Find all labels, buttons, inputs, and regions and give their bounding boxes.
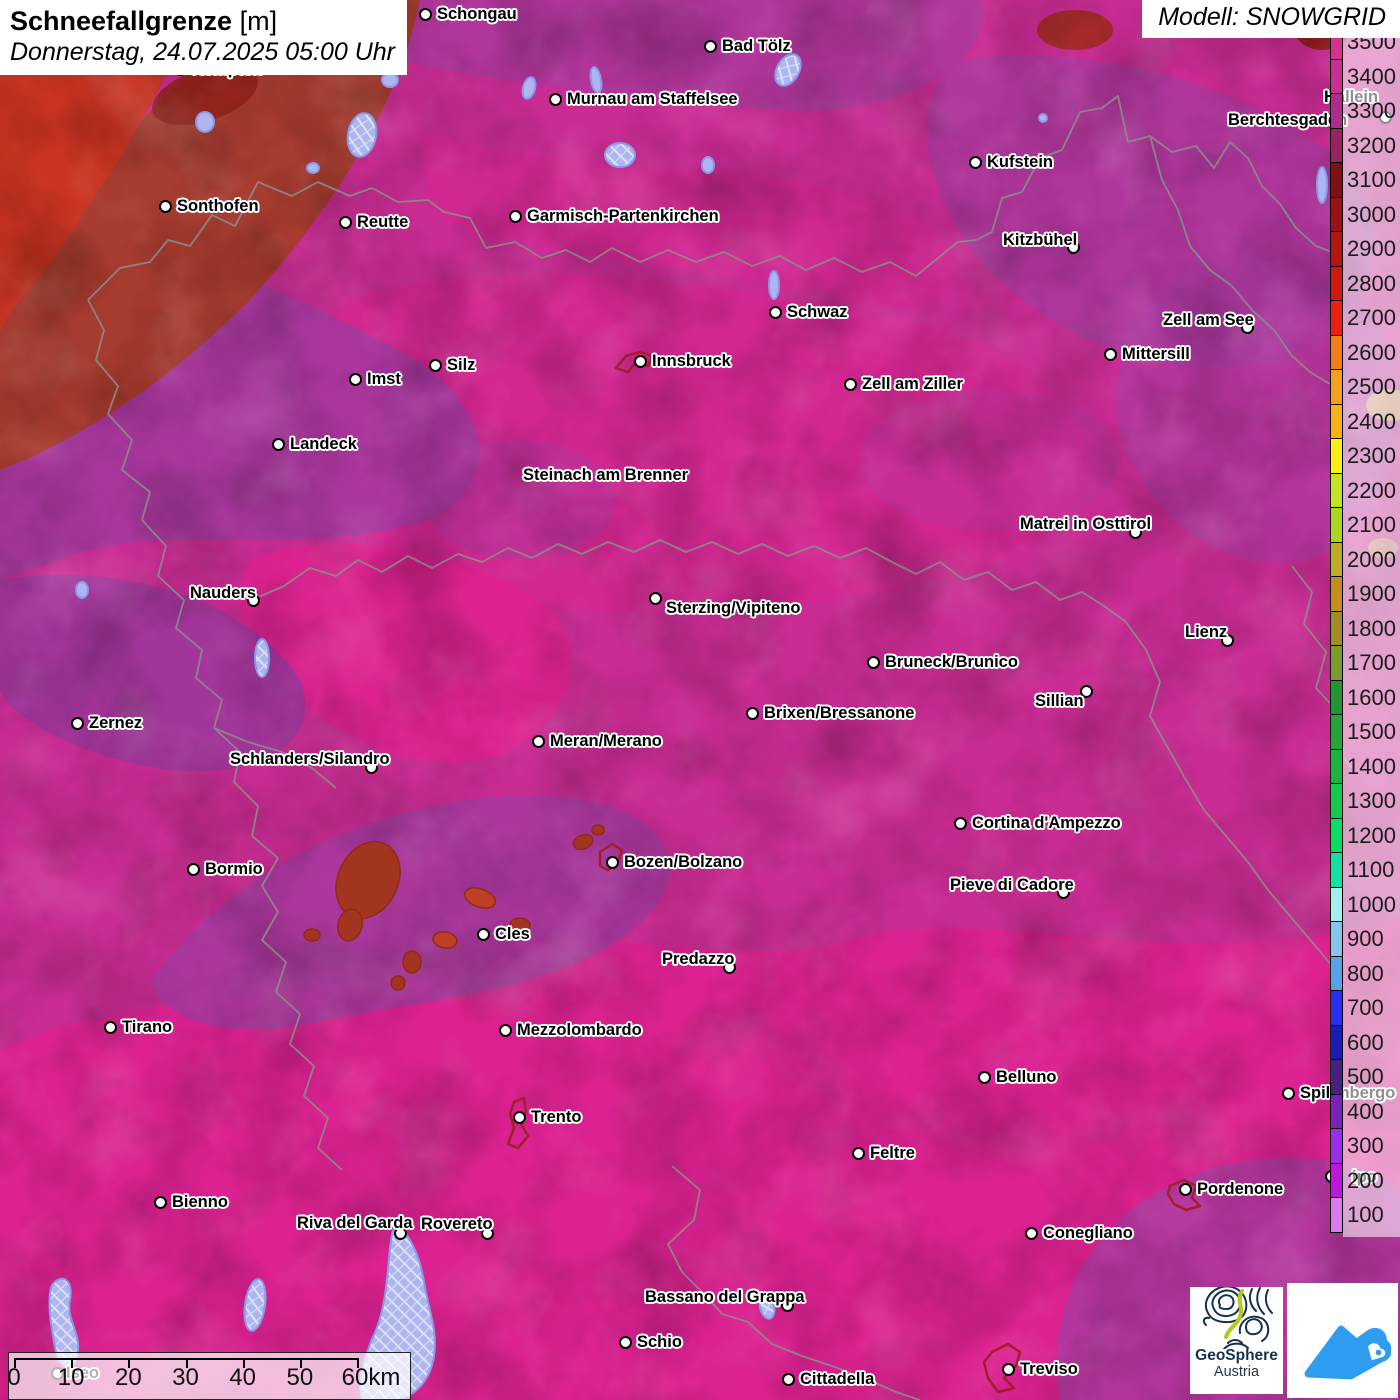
scalebar-tick-label: 60km (341, 1364, 401, 1391)
colorbar-cell (1330, 404, 1343, 439)
scalebar-tick-label: 20 (114, 1364, 142, 1391)
scalebar-tick-label: 0 (7, 1364, 21, 1391)
colorbar-tick-label: 500 (1347, 1064, 1384, 1090)
colorbar-tick-label: 1800 (1347, 615, 1396, 641)
title-datetime: Donnerstag, 24.07.2025 05:00 Uhr (10, 38, 395, 66)
colorbar-cell (1330, 439, 1343, 474)
colorbar-tick-label: 2200 (1347, 477, 1396, 503)
colorbar-cell (1330, 784, 1343, 819)
colorbar-cell (1330, 956, 1343, 991)
app-logo-box (1287, 1283, 1398, 1398)
mountain-cloud-icon (1304, 1325, 1391, 1379)
colorbar-cell (1330, 197, 1343, 232)
colorbar-cell (1330, 749, 1343, 784)
colorbar-tick-label: 400 (1347, 1098, 1384, 1124)
colorbar-tick-label: 100 (1347, 1202, 1384, 1228)
colorbar-cell (1330, 853, 1343, 888)
colorbar-tick-label: 2800 (1347, 270, 1396, 296)
colorbar-tick-label: 2400 (1347, 408, 1396, 434)
colorbar-tick-label: 1400 (1347, 753, 1396, 779)
colorbar-tick-label: 2100 (1347, 512, 1396, 538)
contour-lines-icon (1202, 1287, 1273, 1349)
colorbar-cell (1330, 715, 1343, 750)
colorbar-cell (1330, 991, 1343, 1026)
colorbar-cell (1330, 680, 1343, 715)
scalebar-tick-label: 40 (229, 1364, 257, 1391)
colorbar-cell (1330, 887, 1343, 922)
colorbar-tick-label: 2500 (1347, 374, 1396, 400)
geosphere-austria-logo: GeoSphere Austria (1190, 1287, 1283, 1394)
colorbar-cell (1330, 163, 1343, 198)
title-box: Schneefallgrenze [m] Donnerstag, 24.07.2… (0, 0, 407, 75)
colorbar-tick-label: 700 (1347, 995, 1384, 1021)
colorbar-cell (1330, 473, 1343, 508)
colorbar-cell (1330, 1198, 1343, 1233)
colorbar-cell (1330, 818, 1343, 853)
colorbar-cell (1330, 1163, 1343, 1198)
colorbar-cell (1330, 335, 1343, 370)
scalebar-tick-label: 30 (172, 1364, 199, 1391)
colorbar-cell (1330, 1025, 1343, 1060)
colorbar-tick-label: 900 (1347, 926, 1384, 952)
colorbar-tick-label: 600 (1347, 1029, 1384, 1055)
colorbar-cell (1330, 1094, 1343, 1129)
snowfall-limit-map: SchongauBad TölzKemptenMurnau am Staffel… (0, 0, 1400, 1400)
page-title: Schneefallgrenze [m] (10, 6, 278, 36)
colorbar-tick-label: 3400 (1347, 63, 1396, 89)
colorbar-cell (1330, 542, 1343, 577)
colorbar-tick-label: 2000 (1347, 546, 1396, 572)
colorbar-cell (1330, 94, 1343, 129)
colorbar-cell (1330, 232, 1343, 267)
colorbar-cell (1330, 922, 1343, 957)
colorbar-tick-label: 300 (1347, 1133, 1384, 1159)
model-box: Modell: SNOWGRID (1142, 0, 1400, 38)
colorbar-tick-label: 2900 (1347, 236, 1396, 262)
colorbar-tick-label: 1600 (1347, 684, 1396, 710)
colorbar-cell (1330, 128, 1343, 163)
colorbar-tick-label: 3200 (1347, 132, 1396, 158)
colorbar-tick-label: 1300 (1347, 788, 1396, 814)
colorbar-cell (1330, 1060, 1343, 1095)
colorbar-tick-label: 3000 (1347, 201, 1396, 227)
distance-scalebar: 0 10 20 30 40 50 60km (7, 1352, 411, 1400)
colorbar-tick-label: 2700 (1347, 305, 1396, 331)
colorbar-tick-label: 1500 (1347, 719, 1396, 745)
colorbar-cell (1330, 370, 1343, 405)
colorbar-cell (1330, 508, 1343, 543)
map-canvas (0, 0, 1400, 1400)
colorbar-tick-label: 2600 (1347, 339, 1396, 365)
colorbar-tick-label: 800 (1347, 960, 1384, 986)
colorbar-tick-label: 1100 (1347, 857, 1395, 883)
colorbar-tick-label: 3300 (1347, 98, 1396, 124)
title-unit: [m] (239, 6, 278, 36)
scalebar-tick-label: 10 (57, 1364, 85, 1391)
colorbar-tick-label: 1000 (1347, 891, 1396, 917)
geosphere-logo-country: Austria (1213, 1364, 1260, 1381)
colorbar-cell (1330, 59, 1343, 94)
colorbar-cell (1330, 646, 1343, 681)
colorbar-cell (1330, 1129, 1343, 1164)
colorbar-cell (1330, 266, 1343, 301)
colorbar-tick-label: 1200 (1347, 822, 1396, 848)
colorbar-tick-label: 1700 (1347, 650, 1396, 676)
colorbar-tick-label: 200 (1347, 1167, 1384, 1193)
colorbar-cell (1330, 577, 1343, 612)
geosphere-logo-text: GeoSphere (1195, 1347, 1278, 1364)
model-label: Modell: SNOWGRID (1158, 3, 1386, 31)
colorbar-tick-label: 3100 (1347, 167, 1396, 193)
colorbar-cell (1330, 611, 1343, 646)
scalebar-tick-label: 50 (286, 1364, 314, 1391)
colorbar-tick-label: 1900 (1347, 581, 1396, 607)
colorbar-cell (1330, 301, 1343, 336)
colorbar-tick-label: 2300 (1347, 443, 1396, 469)
